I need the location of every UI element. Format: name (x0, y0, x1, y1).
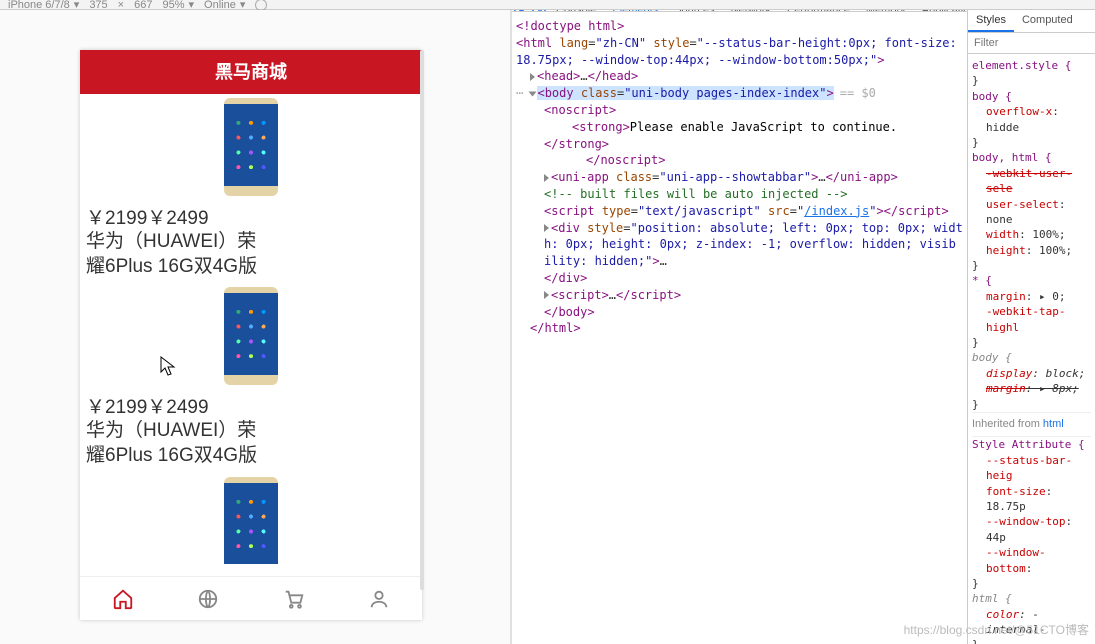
tab-user[interactable] (337, 577, 423, 620)
expand-icon[interactable] (544, 224, 549, 232)
dollar-zero: == $0 (840, 86, 876, 100)
tab-cart[interactable] (251, 577, 337, 620)
globe-icon (197, 588, 219, 610)
cart-icon (283, 588, 305, 610)
dom-tree[interactable]: <!doctype html> <html lang="zh-CN" style… (512, 12, 967, 343)
list-item[interactable]: ￥2199￥2499 华为（HUAWEI）荣耀6Plus 16G双4G版 (80, 94, 422, 283)
styles-pane: Styles Computed element.style { } body {… (967, 10, 1095, 644)
dom-node[interactable]: <!doctype html> (516, 19, 624, 33)
styles-tabs: Styles Computed (968, 10, 1095, 33)
watermark: https://blog.csdn.net/@51CTO博客 (904, 621, 1089, 638)
product-image (80, 477, 422, 564)
tab-styles[interactable]: Styles (968, 10, 1014, 32)
expand-icon[interactable] (530, 73, 535, 81)
device-width[interactable]: 375 (89, 0, 107, 11)
expand-icon[interactable] (544, 174, 549, 182)
product-list[interactable]: ￥2199￥2499 华为（HUAWEI）荣耀6Plus 16G双4G版 ￥21… (80, 94, 422, 564)
script-src-link[interactable]: /index.js (804, 204, 869, 218)
scrollbar[interactable] (420, 50, 424, 590)
list-item[interactable]: ￥2199￥2499 (80, 473, 422, 564)
tab-computed[interactable]: Computed (1014, 10, 1081, 32)
phone-icon (224, 477, 278, 564)
product-title: 华为（HUAWEI）荣耀6Plus 16G双4G版 (80, 419, 422, 472)
device-toolbar: iPhone 6/7/8 ▾ 375 × 667 95% ▾ Online ▾ (0, 0, 1095, 10)
inherited-link[interactable]: html (1043, 418, 1064, 430)
product-image (80, 287, 422, 388)
price-row: ￥2199￥2499 (80, 199, 422, 230)
app-header: 黑马商城 (80, 50, 422, 94)
device-viewport: 黑马商城 ￥2199￥2499 华为（HUAWEI）荣耀6Plus 16G双4G… (0, 10, 510, 644)
filter-input[interactable] (968, 33, 1095, 54)
home-icon (112, 588, 134, 610)
inherited-divider: Inherited from html (972, 412, 1091, 437)
device-height[interactable]: 667 (134, 0, 152, 11)
tab-global[interactable] (166, 577, 252, 620)
expand-icon[interactable] (544, 291, 549, 299)
phone-icon (224, 98, 278, 196)
list-item[interactable]: ￥2199￥2499 华为（HUAWEI）荣耀6Plus 16G双4G版 (80, 283, 422, 472)
devtools-main: Console Elements Sources Network Perform… (512, 10, 967, 644)
device-frame: 黑马商城 ￥2199￥2499 华为（HUAWEI）荣耀6Plus 16G双4G… (80, 50, 422, 620)
swap-dims-icon[interactable]: × (118, 0, 124, 11)
product-title: 华为（HUAWEI）荣耀6Plus 16G双4G版 (80, 230, 422, 283)
user-icon (368, 588, 390, 610)
dom-comment[interactable]: <!-- built files will be auto injected -… (544, 187, 847, 201)
tabbar (80, 576, 422, 620)
style-rules[interactable]: element.style { } body { overflow-x: hid… (968, 54, 1095, 644)
collapse-icon[interactable] (529, 91, 537, 96)
dom-node-selected[interactable]: <body class="uni-body pages-index-index"… (537, 86, 833, 100)
rotate-icon[interactable] (255, 0, 267, 11)
phone-icon (224, 287, 278, 385)
product-image (80, 98, 422, 199)
price-row: ￥2199￥2499 (80, 388, 422, 419)
tab-home[interactable] (80, 577, 166, 620)
